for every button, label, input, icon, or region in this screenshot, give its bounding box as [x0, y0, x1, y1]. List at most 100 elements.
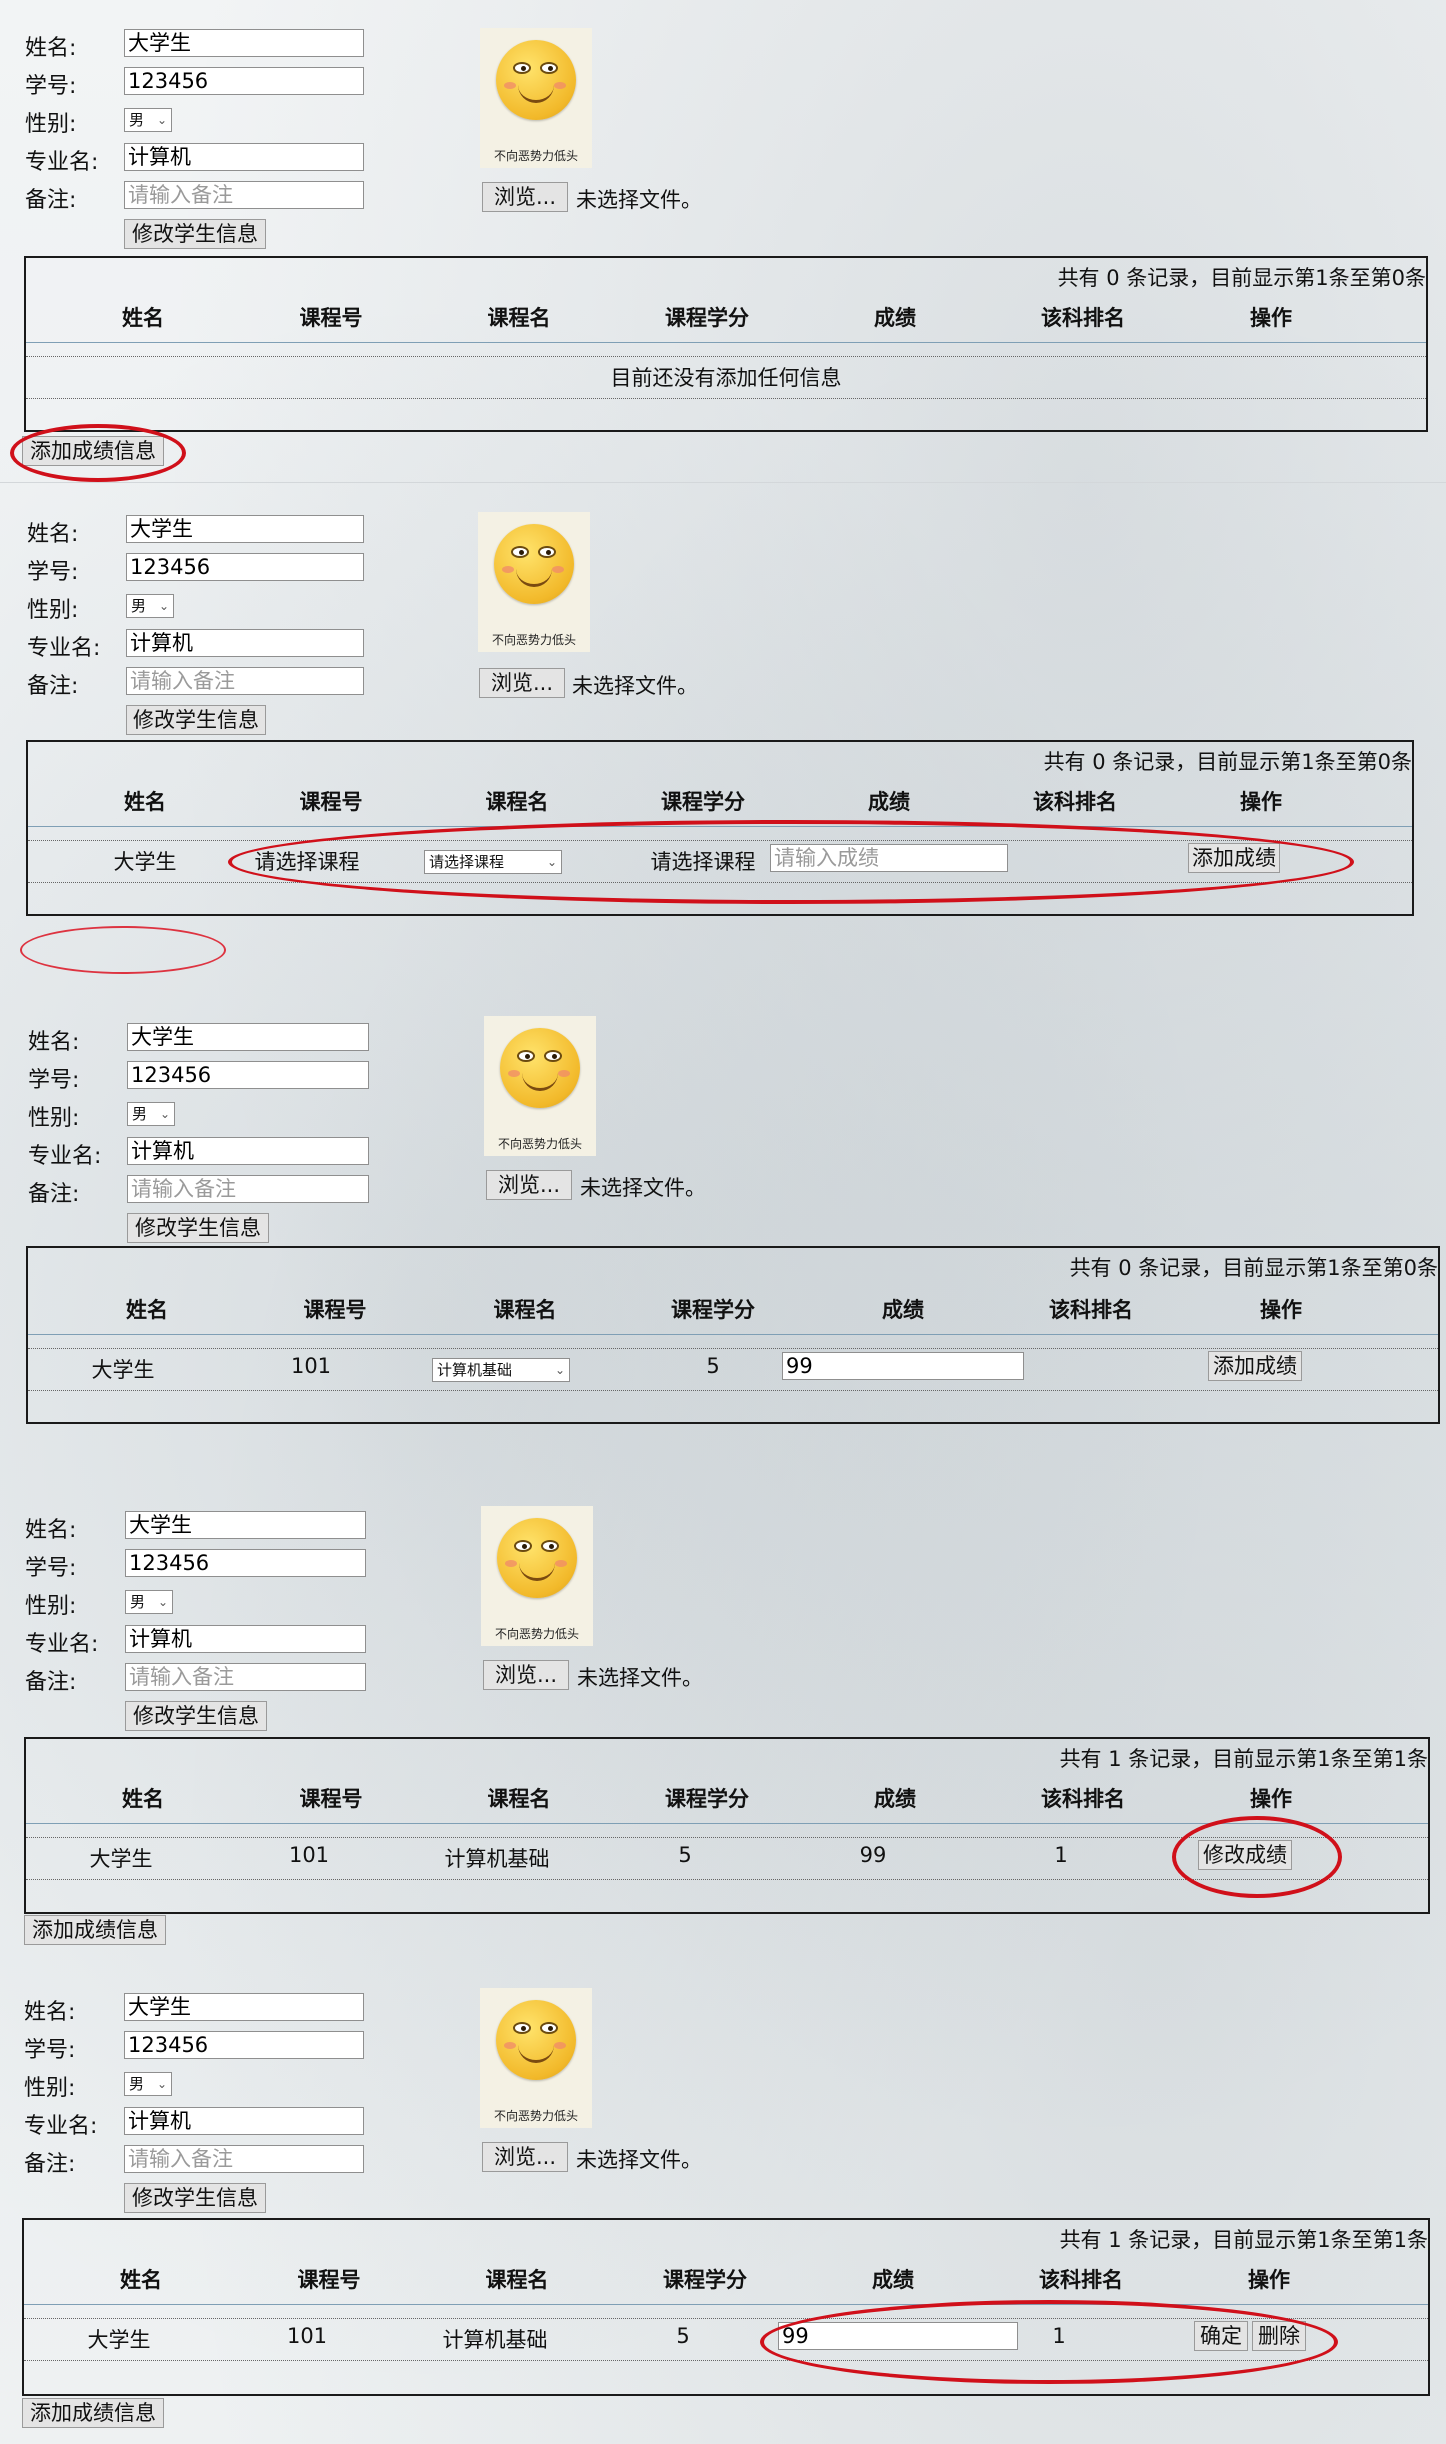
name-field[interactable]: 大学生	[125, 1511, 366, 1539]
gender-label: 性别:	[25, 1594, 77, 1619]
header-score: 成绩	[882, 1298, 924, 1322]
header-rank: 该科排名	[1039, 2268, 1123, 2292]
major-label: 专业名:	[28, 1144, 102, 1169]
name-field[interactable]: 大学生	[124, 1993, 364, 2021]
student-id-field[interactable]: 123456	[125, 1549, 366, 1577]
gender-select[interactable]: 男 ⌄	[127, 1102, 175, 1126]
header-course-name: 课程名	[487, 306, 551, 330]
note-field[interactable]: 请输入备注	[126, 667, 364, 695]
header-action: 操作	[1260, 1298, 1302, 1322]
note-label: 备注:	[28, 1182, 80, 1207]
smiley-icon	[494, 524, 574, 604]
course-select[interactable]: 请选择课程 ⌄	[424, 850, 562, 874]
gender-select[interactable]: 男 ⌄	[124, 2072, 172, 2096]
header-score: 成绩	[874, 306, 916, 330]
smiley-icon	[496, 40, 576, 120]
header-rule	[28, 1334, 1438, 1335]
note-field[interactable]: 请输入备注	[127, 1175, 369, 1203]
name-field[interactable]: 大学生	[124, 29, 364, 57]
note-field[interactable]: 请输入备注	[125, 1663, 366, 1691]
major-label: 专业名:	[27, 636, 101, 661]
score-input[interactable]: 99	[778, 2322, 1018, 2350]
gender-select[interactable]: 男 ⌄	[124, 108, 172, 132]
major-field[interactable]: 计算机	[125, 1625, 366, 1653]
update-student-button[interactable]: 修改学生信息	[124, 219, 266, 249]
add-score-info-button[interactable]: 添加成绩信息	[24, 1915, 166, 1945]
gender-label: 性别:	[28, 1106, 80, 1131]
note-label: 备注:	[25, 188, 77, 213]
browse-button[interactable]: 浏览...	[486, 1170, 572, 1200]
panel-4: 姓名: 大学生 学号: 123456 性别: 男 ⌄ 专业名: 计算机 备注: 请…	[0, 1482, 1446, 1945]
gender-select[interactable]: 男 ⌄	[125, 1590, 173, 1614]
name-label: 姓名:	[27, 522, 79, 547]
student-id-field[interactable]: 123456	[124, 67, 364, 95]
cell-course-id: 101	[288, 1843, 330, 1867]
confirm-button[interactable]: 确定	[1194, 2321, 1248, 2351]
update-student-button[interactable]: 修改学生信息	[125, 1701, 267, 1731]
header-rule	[26, 1823, 1428, 1824]
header-credit: 课程学分	[671, 1298, 755, 1322]
panel-5: 姓名: 大学生 学号: 123456 性别: 男 ⌄ 专业名: 计算机 备注: 请…	[0, 1964, 1446, 2444]
major-label: 专业名:	[25, 150, 99, 175]
header-name: 姓名	[122, 306, 164, 330]
gender-value: 男	[129, 2075, 145, 2093]
course-select[interactable]: 计算机基础 ⌄	[432, 1358, 570, 1382]
name-label: 姓名:	[25, 1518, 77, 1543]
major-field[interactable]: 计算机	[124, 143, 364, 171]
add-score-button[interactable]: 添加成绩	[1208, 1351, 1302, 1381]
cell-credit: 5	[706, 1354, 720, 1378]
score-table: 共有 1 条记录，目前显示第1条至第1条 姓名 课程号 课程名 课程学分 成绩 …	[22, 2218, 1430, 2396]
panel-1: 姓名: 大学生 学号: 123456 性别: 男 ⌄ 专业名: 计算机 备注: 请…	[0, 0, 1446, 482]
note-label: 备注:	[27, 674, 79, 699]
delete-button[interactable]: 删除	[1252, 2321, 1306, 2351]
score-table: 共有 1 条记录，目前显示第1条至第1条 姓名 课程号 课程名 课程学分 成绩 …	[24, 1737, 1430, 1914]
major-label: 专业名:	[24, 2114, 98, 2139]
cell-rank: 1	[1054, 1843, 1068, 1867]
browse-button[interactable]: 浏览...	[483, 1660, 569, 1690]
note-field[interactable]: 请输入备注	[124, 181, 364, 209]
cell-name: 大学生	[113, 850, 177, 874]
score-input[interactable]: 请输入成绩	[770, 844, 1008, 872]
chevron-down-icon: ⌄	[546, 855, 557, 869]
name-field[interactable]: 大学生	[127, 1023, 369, 1051]
name-label: 姓名:	[28, 1030, 80, 1055]
avatar: 不向恶势力低头	[480, 1988, 592, 2128]
add-score-info-button[interactable]: 添加成绩信息	[22, 436, 164, 466]
cell-credit: 5	[676, 2324, 690, 2348]
header-score: 成绩	[868, 790, 910, 814]
note-field[interactable]: 请输入备注	[124, 2145, 364, 2173]
add-score-info-button[interactable]: 添加成绩信息	[22, 2398, 164, 2428]
student-id-label: 学号:	[27, 560, 79, 585]
major-field[interactable]: 计算机	[124, 2107, 364, 2135]
student-id-field[interactable]: 123456	[126, 553, 364, 581]
cell-credit: 5	[678, 1843, 692, 1867]
edit-score-button[interactable]: 修改成绩	[1198, 1840, 1292, 1870]
gender-label: 性别:	[25, 112, 77, 137]
browse-button[interactable]: 浏览...	[479, 668, 565, 698]
score-input[interactable]: 99	[782, 1352, 1024, 1380]
update-student-button[interactable]: 修改学生信息	[124, 2183, 266, 2213]
cell-course-name: 计算机基础	[442, 2328, 548, 2352]
major-field[interactable]: 计算机	[126, 629, 364, 657]
header-rank: 该科排名	[1049, 1298, 1133, 1322]
header-course-name: 课程名	[487, 1787, 551, 1811]
name-field[interactable]: 大学生	[126, 515, 364, 543]
header-rule	[28, 826, 1412, 827]
browse-button[interactable]: 浏览...	[482, 2142, 568, 2172]
row-divider	[26, 356, 1426, 357]
gender-select[interactable]: 男 ⌄	[126, 594, 174, 618]
major-label: 专业名:	[25, 1632, 99, 1657]
browse-button[interactable]: 浏览...	[482, 182, 568, 212]
row-divider	[24, 2318, 1428, 2319]
student-id-field[interactable]: 123456	[124, 2031, 364, 2059]
update-student-button[interactable]: 修改学生信息	[126, 705, 266, 735]
chevron-down-icon: ⌄	[158, 599, 169, 613]
header-course-id: 课程号	[299, 790, 363, 814]
record-count: 共有 0 条记录，目前显示第1条至第0条	[1069, 1256, 1438, 1280]
highlight-ring-faint	[20, 926, 226, 974]
update-student-button[interactable]: 修改学生信息	[127, 1213, 269, 1243]
smiley-icon	[500, 1028, 580, 1108]
student-id-field[interactable]: 123456	[127, 1061, 369, 1089]
major-field[interactable]: 计算机	[127, 1137, 369, 1165]
add-score-button[interactable]: 添加成绩	[1188, 843, 1280, 873]
